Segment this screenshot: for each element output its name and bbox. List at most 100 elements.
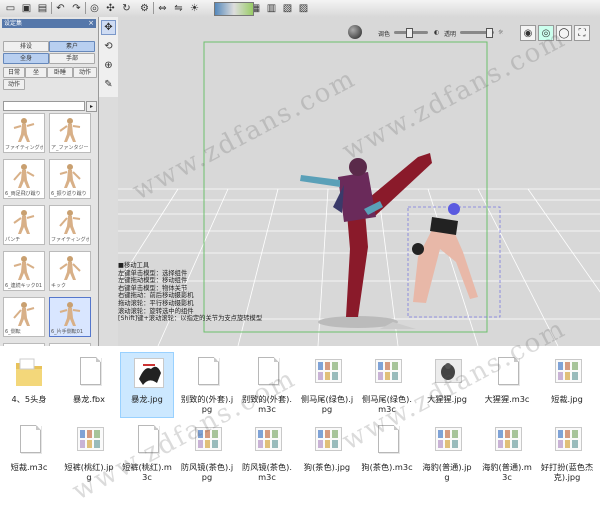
file-item[interactable]: 短裤(桃红).jpg bbox=[62, 420, 116, 486]
pose-thumbnail[interactable]: 6_両足飛び蹴り bbox=[3, 159, 45, 199]
file-item[interactable]: 别致的(外套).jpg bbox=[180, 352, 234, 418]
file-name: 狗(茶色).jpg bbox=[303, 462, 351, 472]
pose-thumbnail[interactable]: 6_側転 bbox=[3, 297, 45, 337]
camera-icon[interactable]: ◎ bbox=[87, 1, 102, 15]
file-name: 短裤(桃红).jpg bbox=[64, 462, 114, 482]
open-icon[interactable]: ▣ bbox=[19, 1, 34, 15]
layout-4-icon[interactable]: ▨ bbox=[296, 1, 311, 15]
pose-thumbnail[interactable]: 6_片手側転01 bbox=[49, 297, 91, 337]
file-item[interactable]: 暴龙.fbx bbox=[62, 352, 116, 418]
half-circle-icon: ◐ bbox=[434, 29, 440, 36]
panel-tab-row3-2[interactable]: 卧睡 bbox=[47, 67, 73, 78]
pose-figure-icon bbox=[59, 164, 81, 188]
save-icon[interactable]: ▤ bbox=[35, 1, 50, 15]
file-item[interactable]: 短裤(桃红).m3c bbox=[120, 420, 174, 486]
help-line: [Shift]键+滚动滚轮：以指定的关节为支点旋转模型 bbox=[118, 315, 263, 323]
file-icon bbox=[14, 423, 44, 461]
file-item[interactable]: 狗(茶色).m3c bbox=[360, 420, 414, 486]
panel-tab-row2-1[interactable]: 手部 bbox=[49, 53, 95, 64]
pose-figure-icon bbox=[59, 118, 81, 142]
light-icon[interactable]: ☀ bbox=[187, 1, 202, 15]
file-name: 短裁.jpg bbox=[551, 394, 583, 404]
pose-figure-icon bbox=[59, 210, 81, 234]
file-icon bbox=[252, 355, 282, 393]
rotate-icon[interactable]: ⟲ bbox=[101, 39, 116, 54]
file-item[interactable]: 防风镜(茶色).jpg bbox=[180, 420, 234, 486]
pose-figure-icon bbox=[13, 210, 35, 234]
file-item[interactable]: 侧马尾(绿色).jpg bbox=[300, 352, 354, 418]
pose-thumbnail[interactable]: パンチ bbox=[3, 205, 45, 245]
file-item[interactable]: 大猩猩.jpg bbox=[420, 352, 474, 418]
render-icon[interactable]: ◉ bbox=[520, 25, 536, 41]
layout-3-icon[interactable]: ▧ bbox=[280, 1, 295, 15]
help-line: 拖动滚轮：平行移动摄影机 bbox=[118, 299, 194, 307]
pose-thumbnail[interactable]: ア_ファンタジー bbox=[49, 113, 91, 153]
mirror-icon[interactable]: ⇋ bbox=[171, 1, 186, 15]
image-file-icon bbox=[192, 423, 222, 461]
light-icon: ☼ bbox=[498, 29, 504, 36]
redo-icon[interactable]: ↷ bbox=[69, 1, 84, 15]
file-item[interactable]: 侧马尾(绿色).m3c bbox=[360, 352, 414, 418]
file-item[interactable]: 狗(茶色).jpg bbox=[300, 420, 354, 486]
pose-figure-icon bbox=[13, 302, 35, 326]
reset-icon[interactable]: ↻ bbox=[119, 1, 134, 15]
file-item[interactable]: 大猩猩.m3c bbox=[480, 352, 534, 418]
move-icon[interactable]: ✥ bbox=[101, 20, 116, 35]
joint-icon[interactable]: ✣ bbox=[103, 1, 118, 15]
3d-viewport[interactable]: 调色 ◐ 透明 ☼ ◉ ◎ ◯ ⛶ ■移动工具 左键单击模型：选择组件 左键拖动模型… bbox=[118, 17, 600, 346]
wire-icon[interactable]: ◎ bbox=[538, 25, 554, 41]
sphere-icon[interactable]: ◯ bbox=[556, 25, 572, 41]
thumbnail-caption: パンチ bbox=[5, 237, 21, 243]
close-icon[interactable]: × bbox=[88, 19, 94, 28]
panel-tab-row1-0[interactable]: 排设 bbox=[3, 41, 49, 52]
thumbnail-caption: 6_連続キック01 bbox=[5, 283, 43, 289]
scale-icon[interactable]: ⊕ bbox=[101, 58, 116, 73]
search-input[interactable] bbox=[3, 101, 85, 111]
material-sphere-icon[interactable] bbox=[348, 25, 362, 39]
pen-icon[interactable]: ✎ bbox=[101, 77, 116, 92]
panel-title: 设定集 × bbox=[2, 19, 96, 28]
thumbnail-caption: 6_振り返り蹴り bbox=[51, 191, 87, 197]
file-item[interactable]: 4、5头身 bbox=[2, 352, 56, 418]
panel-tab-row3-0[interactable]: 日常 bbox=[3, 67, 25, 78]
toolbar-separator bbox=[51, 2, 52, 14]
panel-tab-row3-1[interactable]: 坐 bbox=[25, 67, 47, 78]
pose-thumbnail[interactable]: 6_振り返り蹴り bbox=[49, 159, 91, 199]
contrast-slider[interactable] bbox=[394, 28, 428, 38]
settings-icon[interactable]: ⚙ bbox=[137, 1, 152, 15]
search-button[interactable]: ▸ bbox=[86, 101, 97, 112]
help-line: 右键拖动：前后移动摄影机 bbox=[118, 292, 194, 300]
file-item[interactable]: 别致的(外套).m3c bbox=[240, 352, 294, 418]
panel-tab-row3-3[interactable]: 动作 bbox=[73, 67, 97, 78]
file-name: 短裤(桃红).m3c bbox=[122, 462, 172, 482]
new-icon[interactable]: ▭ bbox=[3, 1, 18, 15]
file-item[interactable]: 海豹(普通).m3c bbox=[480, 420, 534, 486]
toolbar-separator bbox=[85, 2, 86, 14]
pose-thumbnail[interactable]: ファイティングポーズ bbox=[49, 205, 91, 245]
file-name: 侧马尾(绿色).jpg bbox=[300, 394, 354, 414]
pose-figure-icon bbox=[59, 256, 81, 280]
file-item[interactable]: 暴龙.jpg bbox=[120, 352, 174, 418]
file-name: 侧马尾(绿色).m3c bbox=[362, 394, 412, 414]
opacity-slider[interactable] bbox=[460, 28, 494, 38]
fullscreen-icon[interactable]: ⛶ bbox=[574, 25, 590, 41]
file-item[interactable]: 海豹(普通).jpg bbox=[420, 420, 474, 486]
layout-2-icon[interactable]: ▥ bbox=[264, 1, 279, 15]
pose-thumbnail[interactable]: 6_連続キック01 bbox=[3, 251, 45, 291]
help-line: ■移动工具 bbox=[118, 262, 150, 269]
file-item[interactable]: 防风镜(茶色).m3c bbox=[240, 420, 294, 486]
color-swatch-icon[interactable] bbox=[214, 2, 254, 16]
file-item[interactable]: 短裁.jpg bbox=[540, 352, 594, 418]
panel-tab-row4-0[interactable]: 动作 bbox=[3, 79, 25, 90]
file-item[interactable]: 短裁.m3c bbox=[2, 420, 56, 486]
file-name: 好打扮(蓝色杰克).jpg bbox=[540, 462, 594, 482]
panel-tab-row2-0[interactable]: 全身 bbox=[3, 53, 49, 64]
pose-thumbnail[interactable]: ファイティングポーズ bbox=[3, 113, 45, 153]
help-text: ■移动工具 左键单击模型：选择组件 左键拖动模型：移动组件 右键单击模型：物体关节 右键… bbox=[118, 262, 278, 323]
contrast-label: 调色 bbox=[378, 31, 391, 38]
panel-tab-row1-1[interactable]: 素户 bbox=[49, 41, 95, 52]
link-icon[interactable]: ⇔ bbox=[155, 1, 170, 15]
file-item[interactable]: 好打扮(蓝色杰克).jpg bbox=[540, 420, 594, 486]
pose-thumbnail[interactable]: キック bbox=[49, 251, 91, 291]
undo-icon[interactable]: ↶ bbox=[53, 1, 68, 15]
